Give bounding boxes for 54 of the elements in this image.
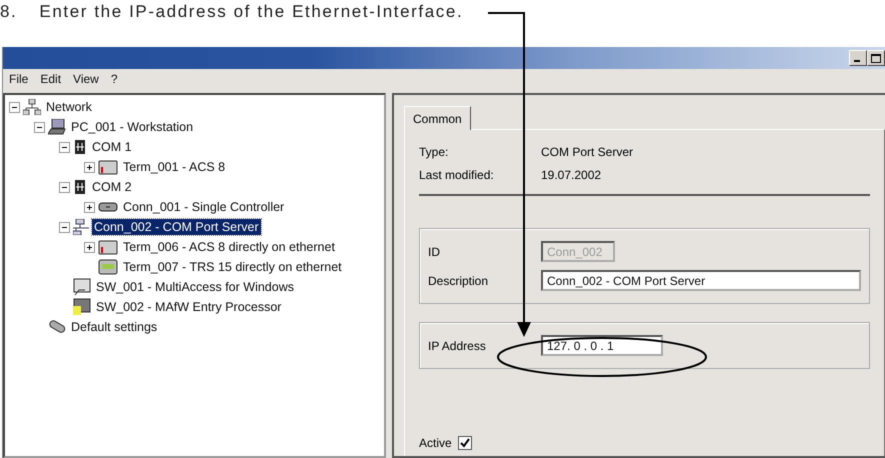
tree-item[interactable]: Conn_002 - COM Port Server bbox=[92, 219, 261, 235]
field-label: IP Address bbox=[428, 338, 487, 352]
tree-item[interactable]: COM 1 bbox=[90, 139, 134, 155]
expand-toggle[interactable] bbox=[84, 162, 95, 172]
tree-item[interactable]: Term_001 - ACS 8 bbox=[121, 159, 228, 175]
network-icon bbox=[23, 99, 41, 115]
minimize-button[interactable] bbox=[849, 50, 867, 66]
field-label: ID bbox=[428, 244, 441, 258]
property-value: COM Port Server bbox=[541, 144, 634, 158]
property-label: Type: bbox=[419, 144, 450, 158]
tree-item[interactable]: PC_001 - Workstation bbox=[69, 119, 196, 135]
tab[interactable]: Common bbox=[404, 106, 471, 130]
property-value: 19.07.2002 bbox=[541, 168, 602, 182]
ip-address-field[interactable]: 127. 0 . 0 . 1 bbox=[541, 335, 663, 356]
maximize-button[interactable] bbox=[867, 50, 885, 66]
field-label: Description bbox=[428, 274, 490, 288]
collapse-toggle[interactable] bbox=[59, 182, 70, 192]
collapse-toggle[interactable] bbox=[34, 122, 45, 132]
collapse-toggle[interactable] bbox=[59, 142, 70, 152]
text-field[interactable]: Conn_002 - COM Port Server bbox=[541, 270, 861, 291]
plus-icon bbox=[85, 162, 94, 172]
checkbox-label: Active bbox=[419, 436, 452, 450]
step-number: 8. bbox=[0, 2, 18, 23]
expand-toggle[interactable] bbox=[84, 242, 95, 252]
instruction-text: Enter the IP-address of the Ethernet-Interface. bbox=[39, 2, 464, 23]
tree-item[interactable]: SW_001 - MultiAccess for Windows bbox=[94, 279, 296, 295]
terminal-icon bbox=[98, 239, 118, 255]
tree-item[interactable]: Network bbox=[44, 99, 94, 115]
tree-item[interactable]: SW_002 - MAfW Entry Processor bbox=[94, 299, 284, 315]
menu-item[interactable]: Edit bbox=[40, 72, 62, 86]
software-icon bbox=[73, 278, 91, 296]
server-icon bbox=[73, 219, 89, 235]
collapse-toggle[interactable] bbox=[59, 222, 70, 232]
reader-icon bbox=[98, 259, 118, 275]
tree-item[interactable]: COM 2 bbox=[90, 179, 134, 195]
plus-icon bbox=[85, 202, 94, 212]
tree-item[interactable]: Default settings bbox=[69, 319, 160, 335]
menu-item[interactable]: ? bbox=[110, 72, 118, 86]
menu-item[interactable]: File bbox=[9, 72, 28, 86]
expand-toggle[interactable] bbox=[84, 202, 95, 212]
software-icon bbox=[73, 298, 91, 316]
property-label: Last modified: bbox=[419, 168, 495, 182]
checkbox[interactable] bbox=[458, 436, 472, 450]
tree-item[interactable]: Term_007 - TRS 15 directly on ethernet bbox=[121, 259, 344, 275]
computer-icon bbox=[48, 119, 66, 135]
port-icon bbox=[73, 179, 87, 195]
plus-icon bbox=[85, 242, 94, 252]
tree-item[interactable]: Conn_001 - Single Controller bbox=[121, 199, 286, 215]
maximize-icon bbox=[871, 54, 881, 62]
terminal-icon bbox=[98, 159, 118, 175]
collapse-toggle[interactable] bbox=[9, 102, 20, 112]
menu-item[interactable]: View bbox=[73, 72, 99, 86]
port-icon bbox=[73, 139, 87, 155]
tree-item[interactable]: Term_006 - ACS 8 directly on ethernet bbox=[121, 239, 337, 255]
